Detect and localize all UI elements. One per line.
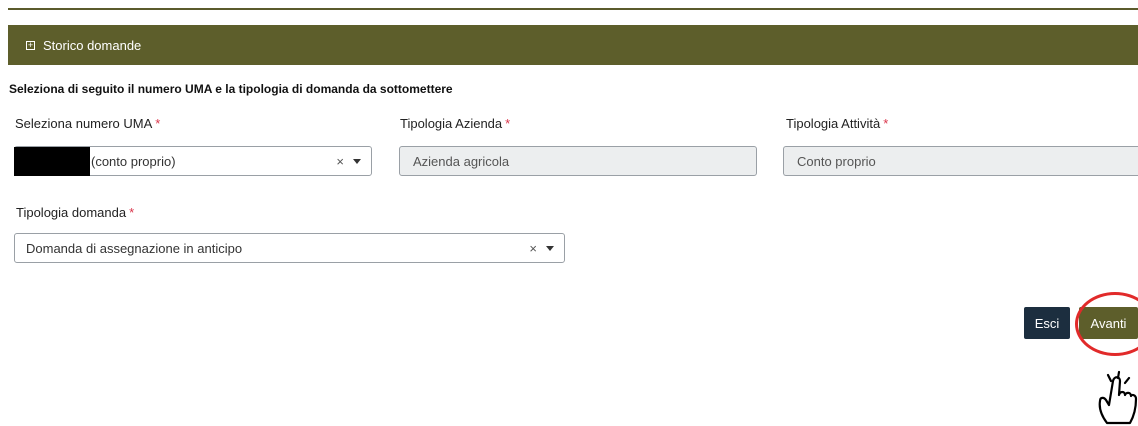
hand-pointer-icon [1098,370,1138,425]
redacted-uma-number [14,147,90,176]
uma-label: Seleziona numero UMA * [15,116,161,131]
chevron-down-icon[interactable] [353,158,361,164]
required-marker: * [883,116,889,131]
plus-square-icon: + [26,39,35,50]
accordion-storico-domande[interactable]: + Storico domande [8,25,1138,65]
tipologia-azienda-label: Tipologia Azienda * [400,116,511,131]
clear-icon[interactable]: × [529,241,537,256]
chevron-down-icon[interactable] [546,245,554,251]
tipologia-azienda-value: Azienda agricola [413,153,510,169]
tipologia-domanda-select[interactable]: Domanda di assegnazione in anticipo × [14,233,565,263]
highlight-circle [1075,292,1138,356]
required-marker: * [129,205,135,220]
accordion-label: Storico domande [43,37,142,53]
required-marker: * [155,116,161,131]
tipologia-domanda-value: Domanda di assegnazione in anticipo [26,240,243,256]
exit-button[interactable]: Esci [1024,307,1070,339]
tipologia-attivita-label: Tipologia Attività * [786,116,889,131]
tipologia-attivita-value: Conto proprio [797,153,876,169]
uma-select-value: (conto proprio) [91,153,176,169]
tipologia-attivita-field: Conto proprio [783,146,1138,176]
tipologia-domanda-label: Tipologia domanda * [16,205,135,220]
clear-icon[interactable]: × [336,154,344,169]
top-divider [8,8,1138,10]
required-marker: * [505,116,511,131]
tipologia-azienda-field: Azienda agricola [399,146,757,176]
instruction-text: Seleziona di seguito il numero UMA e la … [9,82,453,96]
